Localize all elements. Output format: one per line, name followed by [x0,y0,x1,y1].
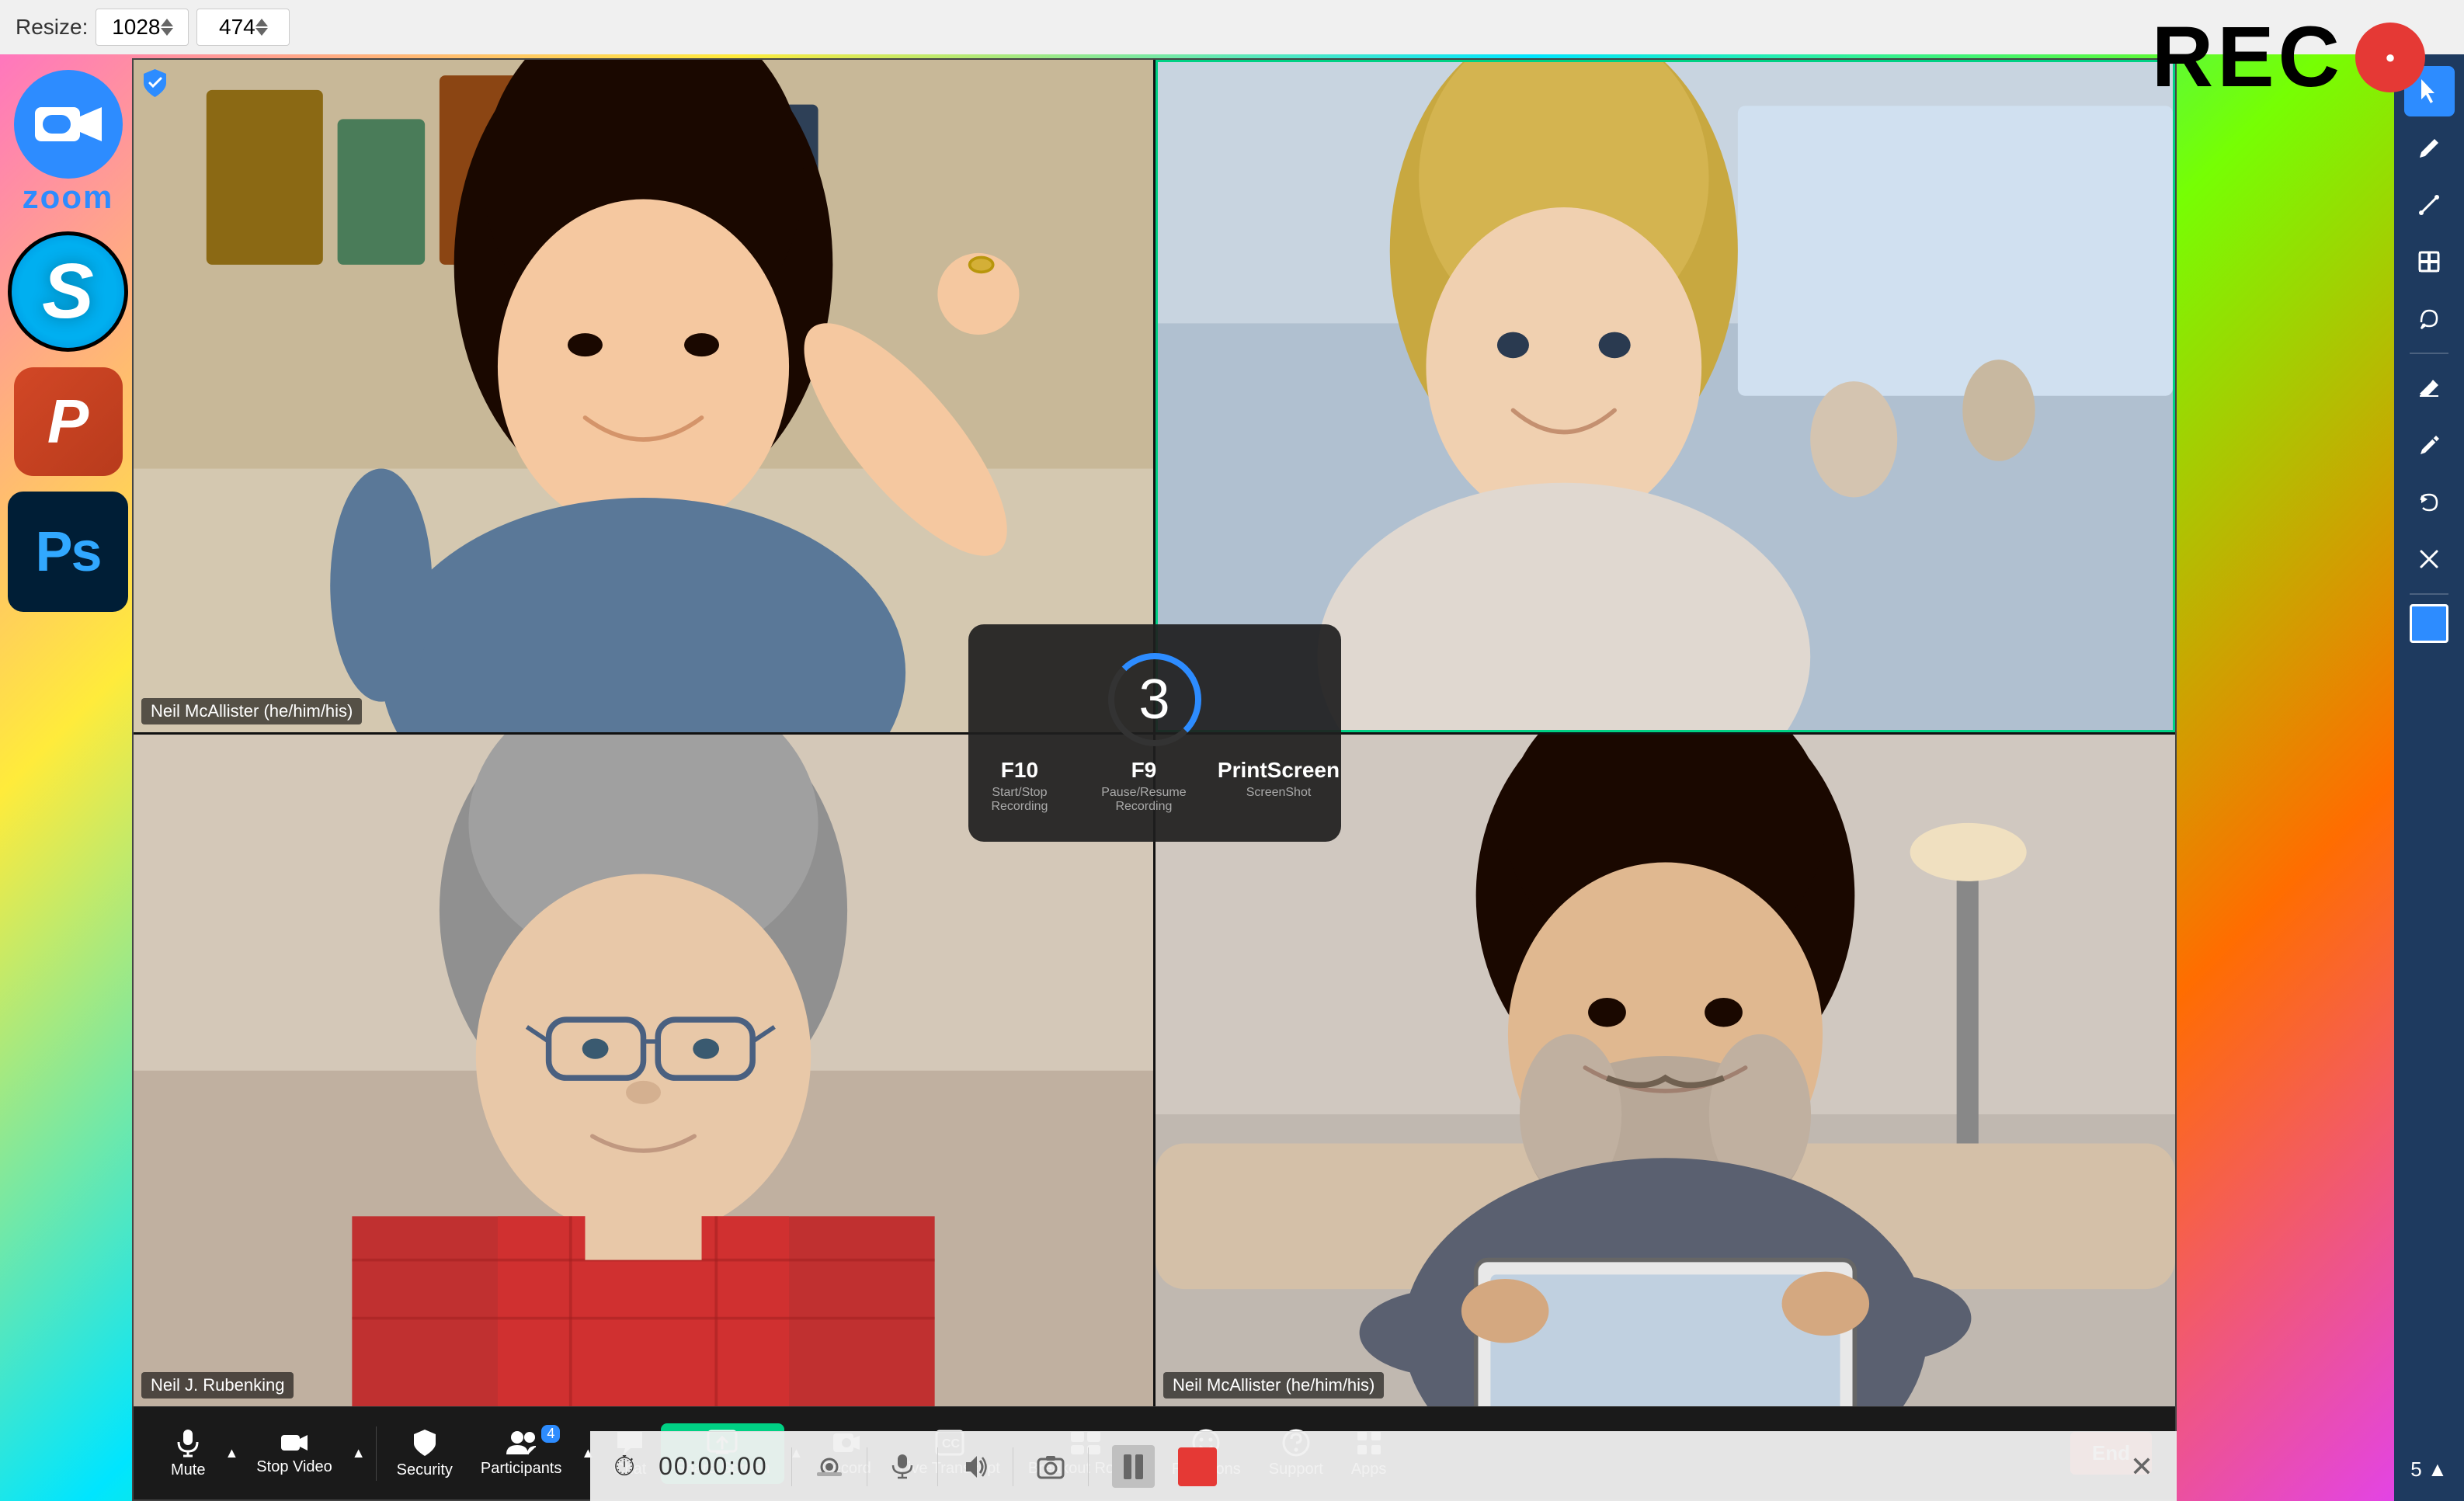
rec-camera-icon[interactable] [815,1455,843,1478]
security-button[interactable]: Security [383,1422,467,1485]
participants-icon [505,1430,537,1456]
shortcut-f9: F9 Pause/Resume Recording [1093,758,1194,814]
security-shield-icon [141,68,169,99]
pencil-tool[interactable] [2404,420,2455,471]
video-grid: Neil McAllister (he/him/his) [134,60,2175,1406]
zoom-window: Neil McAllister (he/him/his) [132,58,2177,1501]
powerpoint-app-icon[interactable]: P [14,367,123,476]
rec-mic-icon[interactable] [891,1453,914,1481]
countdown-number: 3 [1138,668,1169,731]
rec-stop-button[interactable] [1178,1447,1217,1486]
recording-timer: 00:00:00 [659,1452,768,1481]
stop-video-button[interactable]: Stop Video [242,1425,346,1482]
rec-pause-button[interactable] [1112,1445,1155,1488]
participant-name-bottom-right: Neil McAllister (he/him/his) [1163,1372,1384,1399]
timer-icon: ⏱ [613,1450,635,1483]
security-icon [412,1428,437,1458]
zoom-app-icon[interactable]: zoom [14,70,123,216]
mute-chevron[interactable]: ▲ [221,1441,242,1465]
camera-icon [280,1431,309,1454]
shortcut-f10: F10 Start/Stop Recording [969,758,1070,814]
pause-bar-1 [1124,1454,1131,1479]
participants-count: 4 [541,1425,560,1443]
width-up-arrow[interactable] [161,19,173,26]
shape-tool[interactable] [2404,236,2455,287]
resize-label: Resize: [16,15,88,40]
eraser-tool[interactable] [2404,363,2455,414]
recording-bar: ⏱ 00:00:00 [590,1431,2177,1501]
mute-button[interactable]: Mute [157,1422,219,1485]
rec-speaker-icon[interactable] [961,1454,989,1479]
height-down-arrow[interactable] [255,28,268,36]
countdown-shortcuts: F10 Start/Stop Recording F9 Pause/Resume… [969,758,1340,814]
shortcut-printscreen: PrintScreen ScreenShot [1218,758,1340,800]
undo-tool[interactable] [2404,477,2455,527]
rec-divider-1 [791,1447,792,1486]
skype-app-icon[interactable]: S [8,231,128,352]
rec-dot: ● [2355,23,2425,92]
height-arrows[interactable] [255,19,268,36]
pause-bar-2 [1135,1454,1143,1479]
microphone-icon [175,1428,201,1458]
right-toolbar-separator [2410,353,2448,354]
participants-btn-group: 4 Participants ▲ [467,1423,599,1484]
resize-bar: Resize: 1028 474 [0,0,2464,54]
participant-name-bottom-left: Neil J. Rubenking [141,1372,294,1399]
width-down-arrow[interactable] [161,28,173,36]
left-app-icons: zoom S P Ps [0,54,136,1501]
rec-indicator: REC ● [2152,8,2425,106]
delete-tool[interactable] [2404,533,2455,584]
height-up-arrow[interactable] [255,19,268,26]
width-input[interactable]: 1028 [96,9,189,46]
rec-close-button[interactable]: ✕ [2130,1451,2153,1483]
color-swatch[interactable] [2410,604,2448,643]
rec-divider-3 [937,1447,938,1486]
rec-text: REC [2152,8,2344,106]
lasso-tool[interactable] [2404,293,2455,343]
rec-divider-5 [1088,1447,1089,1486]
line-tool[interactable] [2404,179,2455,230]
right-toolbar-separator-2 [2410,593,2448,595]
pen-tool[interactable] [2404,123,2455,173]
participants-button[interactable]: 4 Participants [467,1423,576,1484]
right-toolbar: 5 ▲ [2394,54,2464,1501]
separator-1 [376,1426,377,1481]
page-counter: 5 ▲ [2410,1458,2447,1482]
rec-screenshot-icon[interactable] [1037,1454,1065,1479]
zoom-camera-icon [14,70,123,179]
height-input[interactable]: 474 [196,9,290,46]
zoom-label: zoom [23,179,114,216]
photoshop-app-icon[interactable]: Ps [8,492,128,612]
participant-name-top-left: Neil McAllister (he/him/his) [141,698,362,724]
width-arrows[interactable] [161,19,173,36]
stop-video-btn-group: Stop Video ▲ [242,1425,369,1482]
countdown-circle: 3 [1108,653,1201,746]
video-chevron[interactable]: ▲ [348,1441,370,1465]
mute-btn-group: Mute ▲ [157,1422,242,1485]
countdown-overlay: 3 F10 Start/Stop Recording F9 Pause/Resu… [968,624,1341,842]
